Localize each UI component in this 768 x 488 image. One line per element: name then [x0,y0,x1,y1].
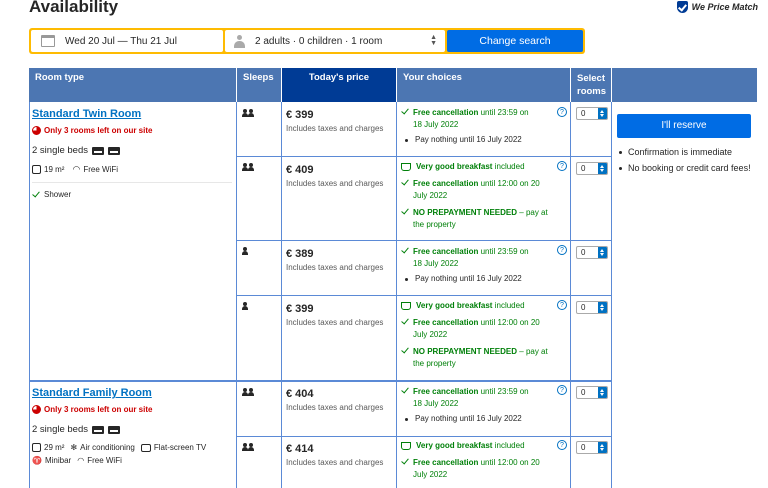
minibar-icon: ♈ [32,456,42,465]
benefit-item: Confirmation is immediate [619,146,754,159]
header-room-type: Room type [29,68,236,102]
tv-icon [140,443,151,452]
check-icon [32,189,40,198]
search-bar: Wed 20 Jul — Thu 21 Jul 2 adults · 0 chi… [29,28,585,54]
chevron-updown-icon [598,247,607,258]
sleeps-2-icon [242,388,254,396]
urgency-message: Only 3 rooms left on our site [32,405,232,414]
price-cell: € 404 Includes taxes and charges [286,388,383,412]
choices-cell: Free cancellation until 23:59 on 18 July … [401,385,551,425]
sleeps-1-icon [242,302,248,310]
info-icon[interactable]: ? [557,440,567,450]
price-match-label: We Price Match [691,2,758,12]
info-icon[interactable]: ? [557,107,567,117]
bed-icon [107,146,120,155]
clock-pie-icon [32,405,41,414]
price-match-badge[interactable]: We Price Match [676,1,758,13]
header-reserve [612,68,757,102]
price-tax-note: Includes taxes and charges [286,263,384,272]
reserve-benefits: Confirmation is immediate No booking or … [619,146,754,178]
facilities: 29 m² ✻ Air conditioning Flat-screen TV ♈… [32,443,207,465]
bed-icon [107,425,120,434]
reserve-button[interactable]: I'll reserve [617,114,751,138]
date-range-label: Wed 20 Jul — Thu 21 Jul [65,35,177,47]
wifi-icon: ◠ [72,164,81,174]
shield-check-icon [676,1,688,13]
wifi-icon: ◠ [77,456,85,465]
price-cell: € 399 Includes taxes and charges [286,303,383,327]
header-select-rooms: Select rooms [571,68,611,102]
room-qty-select[interactable]: 0 [576,441,608,454]
date-picker[interactable]: Wed 20 Jul — Thu 21 Jul [31,30,223,52]
room-qty-select[interactable]: 0 [576,301,608,314]
room-block: Standard Family Room Only 3 rooms left o… [32,387,232,465]
price-cell: € 399 Includes taxes and charges [286,109,383,133]
calendar-icon [41,35,55,47]
bed-info: 2 single beds [32,424,232,435]
price-tax-note: Includes taxes and charges [286,403,384,412]
header-sleeps: Sleeps [237,68,281,102]
info-icon[interactable]: ? [557,300,567,310]
price-amount: € 399 [286,109,314,121]
room-qty-select[interactable]: 0 [576,162,608,175]
info-icon[interactable]: ? [557,161,567,171]
choices-cell: Very good breakfast included Free cancel… [401,440,556,481]
room-block: Standard Twin Room Only 3 rooms left on … [32,108,232,199]
chevron-updown-icon [598,108,607,119]
page-title: Availability [29,0,119,16]
sleeps-1-icon [242,247,248,255]
price-amount: € 399 [286,303,314,315]
room-size-icon [32,165,41,174]
sleeps-2-icon [242,163,254,171]
room-qty-select[interactable]: 0 [576,386,608,399]
choices-cell: Free cancellation until 23:59 on 18 July … [401,245,551,285]
occupancy-label: 2 adults · 0 children · 1 room [255,35,383,47]
coffee-cup-icon [401,442,411,450]
chevron-updown-icon [598,387,607,398]
room-qty-select[interactable]: 0 [576,107,608,120]
sleeps-2-icon [242,443,254,451]
room-name-link[interactable]: Standard Twin Room [32,108,232,120]
price-tax-note: Includes taxes and charges [286,179,384,188]
chevron-updown-icon [598,163,607,174]
choices-cell: Free cancellation until 23:59 on 18 July … [401,106,551,146]
room-qty-select[interactable]: 0 [576,246,608,259]
price-cell: € 389 Includes taxes and charges [286,248,383,272]
info-icon[interactable]: ? [557,245,567,255]
price-amount: € 414 [286,443,314,455]
price-amount: € 409 [286,164,314,176]
price-tax-note: Includes taxes and charges [286,318,384,327]
bed-icon [91,146,104,155]
room-name-link[interactable]: Standard Family Room [32,387,232,399]
choices-cell: Very good breakfast included Free cancel… [401,161,556,231]
urgency-message: Only 3 rooms left on our site [32,126,232,135]
chevron-updown-icon [598,442,607,453]
snowflake-icon: ✻ [70,443,78,452]
price-tax-note: Includes taxes and charges [286,124,384,133]
chevron-updown-icon [598,302,607,313]
bed-icon [91,425,104,434]
price-cell: € 409 Includes taxes and charges [286,164,383,188]
price-tax-note: Includes taxes and charges [286,458,384,467]
shower-facility: Shower [32,189,232,199]
person-icon [233,34,246,48]
price-amount: € 389 [286,248,314,260]
occupancy-selector[interactable]: 2 adults · 0 children · 1 room ▲ ▼ [225,30,445,52]
room-size-icon [32,443,41,452]
change-search-button[interactable]: Change search [447,30,583,52]
choices-cell: Very good breakfast included Free cancel… [401,300,556,370]
coffee-cup-icon [401,302,411,310]
facilities: 19 m² ◠ Free WiFi [32,164,232,175]
coffee-cup-icon [401,163,411,171]
benefit-item: No booking or credit card fees! [619,162,754,175]
chevron-updown-icon: ▲ ▼ [430,34,437,47]
info-icon[interactable]: ? [557,385,567,395]
price-cell: € 414 Includes taxes and charges [286,443,383,467]
bed-info: 2 single beds [32,145,232,156]
sleeps-2-icon [242,109,254,117]
header-todays-price: Today's price [282,68,396,102]
price-amount: € 404 [286,388,314,400]
clock-pie-icon [32,126,41,135]
header-your-choices: Your choices [397,68,570,102]
